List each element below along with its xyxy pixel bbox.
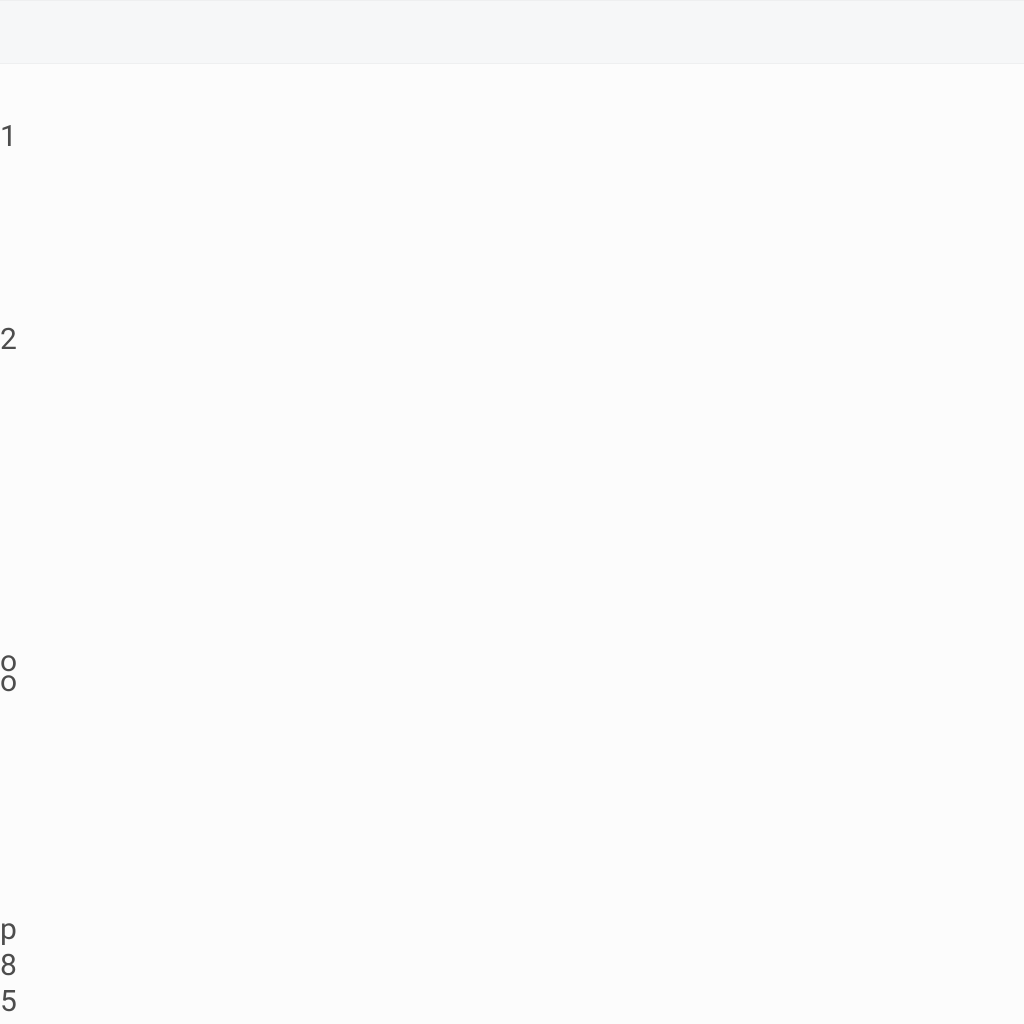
gutter-label-o2: o [0, 664, 17, 700]
top-bar [0, 0, 1024, 64]
gutter-label-8: 8 [0, 948, 17, 984]
gutter-label-2: 2 [0, 322, 17, 358]
gutter-label-1: 1 [0, 119, 17, 155]
gutter-label-p: p [0, 912, 17, 948]
content-area: 1 2 o o p 8 5 [0, 64, 1024, 1024]
gutter-label-5: 5 [0, 984, 17, 1020]
